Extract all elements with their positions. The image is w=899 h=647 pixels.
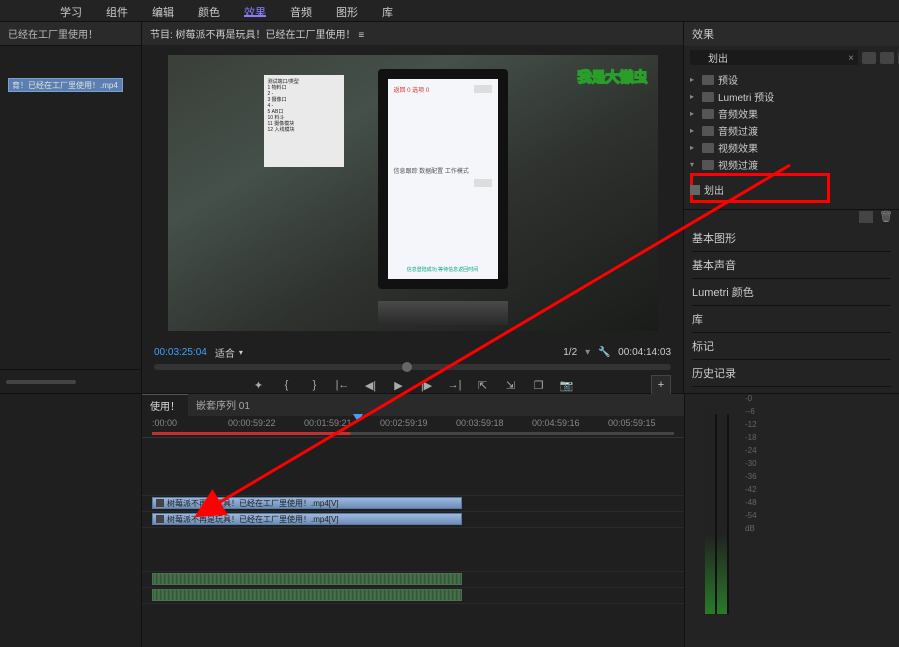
- ess-graphics[interactable]: 基本图形: [692, 227, 891, 249]
- ess-history[interactable]: 历史记录: [692, 362, 891, 384]
- project-footer: [0, 369, 141, 393]
- timeline-area: 使用！ 嵌套序列 01 :00:00 00:00:59:22 00:01:59:…: [0, 393, 899, 647]
- audio-meters-panel: -0 --6 -12 -18 -24 -30 -36 -42 -48 -54 d…: [684, 394, 899, 647]
- extract-button[interactable]: ⇲: [502, 376, 520, 394]
- add-marker-button[interactable]: ✦: [250, 376, 268, 394]
- clear-search-icon[interactable]: ×: [848, 53, 854, 64]
- play-button[interactable]: ▶: [390, 376, 408, 394]
- device-top-text: 返回 0 选项 0: [394, 85, 430, 94]
- watermark-text: 我是大懒虫: [578, 67, 648, 87]
- ws-color[interactable]: 颜色: [198, 4, 220, 17]
- lift-button[interactable]: ⇱: [474, 376, 492, 394]
- ws-graphics[interactable]: 图形: [336, 4, 358, 17]
- effects-search-wrap: 🔎 ×: [690, 50, 858, 65]
- program-monitor-panel: 节目: 树莓派不再是玩具！已经在工厂里使用！ ≡ 测试端口/类型1 物料口2 -…: [142, 22, 684, 393]
- timeline-tab-nested[interactable]: 嵌套序列 01: [188, 394, 258, 416]
- fx-audio-fx[interactable]: ▸音频效果: [688, 105, 895, 122]
- ws-audio[interactable]: 音频: [290, 4, 312, 17]
- ws-edit[interactable]: 编辑: [152, 4, 174, 17]
- track-v1[interactable]: 树莓派不再是玩具！已经在工厂里使用！.mp4[V]: [142, 512, 684, 528]
- device-btn1: [474, 85, 492, 93]
- ws-assembly[interactable]: 组件: [106, 4, 128, 17]
- track-v2[interactable]: 树莓派不再是玩具！已经在工厂里使用！.mp4[V]: [142, 496, 684, 512]
- step-fwd-button[interactable]: |▶: [418, 376, 436, 394]
- effects-tree: ▸预设 ▸Lumetri 预设 ▸音频效果 ▸音频过渡 ▸视频效果 ▾视频过渡 …: [684, 69, 899, 209]
- clip-a2[interactable]: [152, 589, 462, 601]
- device-base: [378, 301, 508, 325]
- ruler-bar: [152, 432, 674, 435]
- ess-libraries[interactable]: 库: [692, 308, 891, 330]
- zoom-fit-select[interactable]: 适合: [215, 345, 243, 360]
- thumb-size-slider[interactable]: [6, 380, 76, 384]
- fx-video-fx[interactable]: ▸视频效果: [688, 139, 895, 156]
- ws-effects[interactable]: 效果: [244, 4, 266, 17]
- scale-select[interactable]: 1/2: [563, 347, 577, 358]
- timeline-tab-main[interactable]: 使用！: [142, 394, 188, 416]
- audio-meter: [705, 414, 729, 614]
- program-title: 节目: 树莓派不再是玩具！已经在工厂里使用！ ≡: [142, 22, 683, 45]
- fx-audio-tr[interactable]: ▸音频过渡: [688, 122, 895, 139]
- project-clip[interactable]: 育！已经在工厂里使用！.mp4: [8, 78, 123, 92]
- new-bin-icon[interactable]: [859, 211, 873, 223]
- ess-markers[interactable]: 标记: [692, 335, 891, 357]
- button-editor[interactable]: +: [651, 375, 671, 395]
- clip-a1[interactable]: [152, 573, 462, 585]
- effects-tab[interactable]: 效果: [684, 22, 899, 46]
- fx-video-tr[interactable]: ▾视频过渡: [688, 156, 895, 173]
- workspace-tabs: 学习 组件 编辑 颜色 效果 音频 图形 库: [0, 0, 899, 22]
- track-v-empty[interactable]: [142, 438, 684, 496]
- tracks: 树莓派不再是玩具！已经在工厂里使用！.mp4[V] 树莓派不再是玩具！已经在工厂…: [142, 438, 684, 604]
- ess-lumetri[interactable]: Lumetri 颜色: [692, 281, 891, 303]
- mark-out-button[interactable]: }: [306, 376, 324, 394]
- go-in-button[interactable]: |←: [334, 376, 352, 394]
- preset-accel-icon[interactable]: [862, 52, 876, 64]
- preset-32bit-icon[interactable]: [880, 52, 894, 64]
- fx-badge-icon: [156, 499, 164, 507]
- track-a2[interactable]: [142, 588, 684, 604]
- fx-item-wipe-out[interactable]: 划出: [688, 181, 726, 198]
- export-frame-button[interactable]: ❐: [530, 376, 548, 394]
- wrench-icon[interactable]: 🔧: [598, 347, 610, 359]
- project-panel: 已经在工厂里使用！ 育！已经在工厂里使用！.mp4: [0, 22, 142, 393]
- timeline-track-headers: [0, 394, 142, 647]
- track-gap[interactable]: [142, 528, 684, 572]
- ws-learn[interactable]: 学习: [60, 4, 82, 17]
- fx-badge-icon: [156, 515, 164, 523]
- step-back-button[interactable]: ◀|: [362, 376, 380, 394]
- fx-presets[interactable]: ▸预设: [688, 71, 895, 88]
- project-tab[interactable]: 已经在工厂里使用！: [0, 22, 141, 46]
- playhead[interactable]: [353, 414, 363, 422]
- effects-panel-footer: 🗑: [684, 209, 899, 223]
- paper-overlay: 测试端口/类型1 物料口2 -3 摄像口4 -5 AB口10 料斗11 摄像模块…: [264, 75, 344, 167]
- device-mid-text: 信息跟踪 数据配置 工作模式: [394, 169, 469, 177]
- essential-panels: 基本图形 基本声音 Lumetri 颜色 库 标记 历史记录 信息: [684, 223, 899, 415]
- trash-icon[interactable]: 🗑: [879, 210, 893, 223]
- go-out-button[interactable]: →|: [446, 376, 464, 394]
- device-bottom-text: 信息登陆成功 等待信息返回时间: [388, 266, 498, 273]
- fx-lumetri[interactable]: ▸Lumetri 预设: [688, 88, 895, 105]
- clip-v1[interactable]: 树莓派不再是玩具！已经在工厂里使用！.mp4[V]: [152, 513, 462, 525]
- device-btn2: [474, 179, 492, 187]
- device-frame: 返回 0 选项 0 信息跟踪 数据配置 工作模式 信息登陆成功 等待信息返回时间: [378, 69, 508, 289]
- track-a1[interactable]: [142, 572, 684, 588]
- time-ruler[interactable]: :00:00 00:00:59:22 00:01:59:21 00:02:59:…: [142, 416, 684, 438]
- ws-libraries[interactable]: 库: [382, 4, 393, 17]
- clip-v2[interactable]: 树莓派不再是玩具！已经在工厂里使用！.mp4[V]: [152, 497, 462, 509]
- duration-timecode: 00:04:14:03: [618, 347, 671, 358]
- ess-sound[interactable]: 基本声音: [692, 254, 891, 276]
- timeline-panel[interactable]: 使用！ 嵌套序列 01 :00:00 00:00:59:22 00:01:59:…: [142, 394, 684, 647]
- effects-panel: 效果 🔎 × ▸预设 ▸Lumetri 预设 ▸音频效果 ▸音频过渡 ▸视频效果…: [684, 22, 899, 393]
- effect-icon: [690, 185, 700, 195]
- current-timecode[interactable]: 00:03:25:04: [154, 347, 207, 358]
- camera-icon[interactable]: 📷: [558, 376, 576, 394]
- effects-search-input[interactable]: [690, 50, 858, 65]
- program-monitor[interactable]: 测试端口/类型1 物料口2 -3 摄像口4 -5 AB口10 料斗11 摄像模块…: [168, 55, 658, 331]
- mark-in-button[interactable]: {: [278, 376, 296, 394]
